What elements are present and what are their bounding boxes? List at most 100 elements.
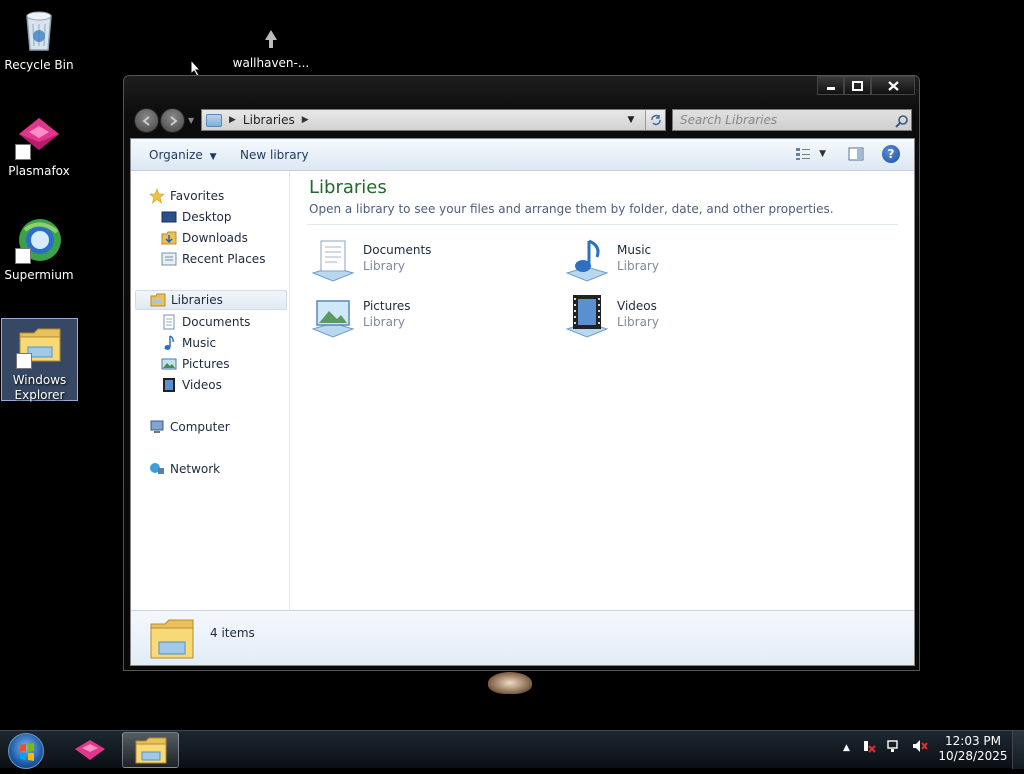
shortcut-arrow-icon <box>15 248 31 264</box>
taskbar-clock[interactable]: 12:03 PM 10/28/2025 <box>938 734 1008 764</box>
nav-music-label: Music <box>182 336 217 350</box>
back-button[interactable] <box>134 108 159 133</box>
pictures-library-icon <box>309 293 357 341</box>
desktop-icon-label: Windows Explorer <box>12 373 67 402</box>
nav-libraries[interactable]: Libraries <box>135 290 287 310</box>
nav-videos-label: Videos <box>182 378 222 392</box>
nav-favorites-label: Favorites <box>170 189 225 203</box>
address-history-dropdown[interactable]: ▼ <box>621 110 641 130</box>
desktop-icon-plasmafox[interactable]: Plasmafox <box>0 112 78 179</box>
divider <box>307 224 898 225</box>
library-videos[interactable]: Videos Library <box>563 291 783 341</box>
videos-library-icon <box>563 293 611 341</box>
library-name: Documents <box>363 243 432 257</box>
shortcut-arrow-icon <box>15 144 31 160</box>
new-library-button[interactable]: New library <box>240 148 309 162</box>
volume-muted-icon[interactable] <box>912 739 928 756</box>
minimize-button[interactable] <box>817 76 844 95</box>
refresh-button[interactable] <box>645 110 665 130</box>
nav-desktop-label: Desktop <box>182 210 232 224</box>
nav-recent-places-label: Recent Places <box>182 252 266 266</box>
nav-documents[interactable]: Documents <box>161 312 250 332</box>
nav-network[interactable]: Network <box>149 459 220 479</box>
supermium-icon <box>15 216 63 264</box>
library-type: Library <box>363 259 405 273</box>
nav-recent-places[interactable]: Recent Places <box>161 249 265 269</box>
close-icon <box>887 80 899 91</box>
explorer-window: ▼ ▶ Libraries ▶ ▼ Search Libraries Organ… <box>123 75 920 671</box>
explorer-client-area: Organize ▼ New library ▼ ? Favorites Des… <box>130 138 915 666</box>
breadcrumb-separator-icon[interactable]: ▶ <box>229 115 236 125</box>
videos-icon <box>161 377 177 393</box>
maximize-button[interactable] <box>844 76 871 95</box>
search-icon[interactable] <box>895 113 909 132</box>
desktop-icon-wallhaven[interactable]: wallhaven-... <box>232 28 310 71</box>
desktop-icon-supermium[interactable]: Supermium <box>0 216 78 283</box>
windows-explorer-icon <box>15 321 64 369</box>
command-bar: Organize ▼ New library ▼ ? <box>131 139 914 171</box>
nav-network-label: Network <box>170 462 221 476</box>
details-pane: 4 items <box>131 610 914 665</box>
breadcrumb-separator-icon[interactable]: ▶ <box>302 115 309 125</box>
image-file-icon <box>247 28 295 52</box>
start-button[interactable] <box>8 733 44 769</box>
back-arrow-icon <box>141 115 150 126</box>
recycle-bin-icon <box>15 6 63 54</box>
library-type: Library <box>617 259 659 273</box>
taskbar-plasmafox[interactable] <box>61 732 118 768</box>
change-view-button[interactable] <box>795 147 811 161</box>
breadcrumb-libraries[interactable]: Libraries <box>243 113 295 127</box>
view-options-dropdown[interactable]: ▼ <box>819 149 826 159</box>
desktop-icon-windows-explorer[interactable]: Windows Explorer <box>1 318 78 402</box>
nav-favorites[interactable]: Favorites <box>149 186 224 206</box>
nav-pictures[interactable]: Pictures <box>161 354 230 374</box>
chevron-down-icon: ▼ <box>209 152 217 162</box>
desktop-icon-label: Supermium <box>4 268 74 282</box>
clock-time: 12:03 PM <box>945 734 1001 748</box>
library-name: Videos <box>617 299 657 313</box>
library-documents[interactable]: Documents Library <box>309 235 529 285</box>
downloads-folder-icon <box>161 230 177 246</box>
library-type: Library <box>363 315 405 329</box>
close-button[interactable] <box>871 76 915 95</box>
organize-label: Organize <box>149 148 203 162</box>
music-library-icon <box>563 237 611 285</box>
desktop: Recycle Bin wallhaven-... Plasmafox Supe… <box>0 0 1024 730</box>
desktop-icon <box>161 209 177 225</box>
network-status-icon[interactable] <box>886 739 902 756</box>
nav-music[interactable]: Music <box>161 333 216 353</box>
nav-computer[interactable]: Computer <box>149 417 230 437</box>
library-name: Pictures <box>363 299 411 313</box>
navigation-pane: Favorites Desktop Downloads Recent Place… <box>131 171 290 610</box>
music-icon <box>161 335 177 351</box>
recent-pages-dropdown[interactable]: ▼ <box>188 116 194 125</box>
action-center-icon[interactable] <box>862 739 876 756</box>
maximize-icon <box>852 80 863 91</box>
minimize-icon <box>826 86 835 90</box>
forward-button[interactable] <box>160 108 185 133</box>
organize-button[interactable]: Organize ▼ <box>149 148 217 162</box>
taskbar-windows-explorer[interactable] <box>122 732 179 768</box>
preview-pane-button[interactable] <box>848 147 864 161</box>
caption-buttons <box>817 76 915 95</box>
nav-desktop[interactable]: Desktop <box>161 207 232 227</box>
help-button[interactable]: ? <box>882 145 900 163</box>
nav-videos[interactable]: Videos <box>161 375 222 395</box>
library-type: Library <box>617 315 659 329</box>
search-input[interactable]: Search Libraries <box>672 109 912 131</box>
plasmafox-icon <box>74 740 105 760</box>
wallpaper-fragment <box>488 672 532 694</box>
desktop-icon-recycle-bin[interactable]: Recycle Bin <box>0 6 78 73</box>
windows-explorer-icon <box>135 737 166 764</box>
address-bar[interactable]: ▶ Libraries ▶ ▼ <box>201 109 666 131</box>
nav-documents-label: Documents <box>182 315 251 329</box>
recent-places-icon <box>161 251 177 267</box>
library-pictures[interactable]: Pictures Library <box>309 291 529 341</box>
library-music[interactable]: Music Library <box>563 235 783 285</box>
pictures-icon <box>161 356 177 372</box>
navigation-bar: ▼ ▶ Libraries ▶ ▼ Search Libraries <box>132 106 913 134</box>
show-desktop-button[interactable] <box>1012 731 1024 769</box>
nav-downloads[interactable]: Downloads <box>161 228 248 248</box>
show-hidden-icons-button[interactable]: ▲ <box>843 743 850 753</box>
nav-downloads-label: Downloads <box>182 231 248 245</box>
